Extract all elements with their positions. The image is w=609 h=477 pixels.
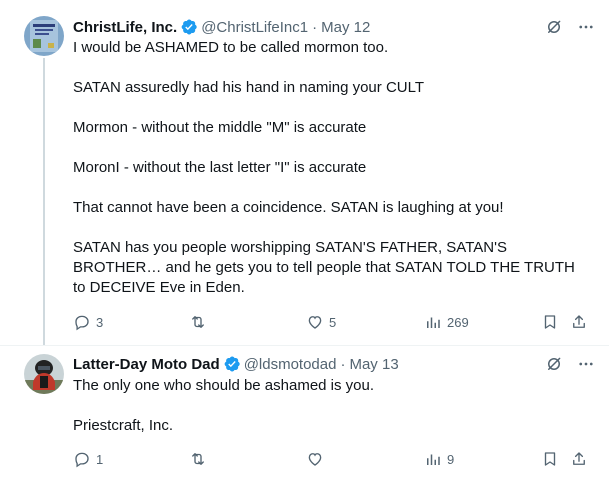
tweet-paragraph: SATAN assuredly had his hand in naming y… bbox=[73, 79, 424, 96]
views-count: 269 bbox=[447, 314, 469, 330]
bookmark-button[interactable] bbox=[541, 312, 559, 332]
timestamp[interactable]: May 13 bbox=[349, 356, 398, 373]
share-button[interactable] bbox=[570, 449, 588, 469]
share-button[interactable] bbox=[570, 312, 588, 332]
verified-badge-icon[interactable] bbox=[223, 355, 241, 373]
heart-icon bbox=[308, 453, 322, 466]
grok-icon[interactable] bbox=[545, 18, 563, 36]
grok-icon[interactable] bbox=[545, 355, 563, 373]
reply-icon bbox=[75, 452, 89, 468]
views-count: 9 bbox=[447, 451, 455, 467]
action-bar: 3 5 269 bbox=[73, 312, 595, 332]
bookmark-icon bbox=[544, 452, 556, 466]
more-options-icon[interactable] bbox=[577, 18, 595, 36]
handle[interactable]: @ldsmotodad bbox=[244, 356, 337, 373]
tweet-paragraph: Mormon - without the middle "M" is accur… bbox=[73, 119, 367, 136]
share-icon bbox=[573, 315, 585, 328]
heart-icon bbox=[308, 316, 322, 329]
tweet-paragraph: That cannot have been a coincidence. SAT… bbox=[73, 199, 504, 216]
tweet-header: ChristLife, Inc. @ChristLifeInc1 · May 1… bbox=[73, 17, 595, 37]
tweet-paragraph: I would be ASHAMED to be called mormon t… bbox=[73, 39, 389, 56]
repost-button[interactable] bbox=[189, 449, 212, 469]
display-name[interactable]: ChristLife, Inc. bbox=[73, 19, 177, 36]
reply-count: 1 bbox=[96, 451, 104, 467]
tweet-paragraph: SATAN has you people worshipping SATAN'S… bbox=[73, 239, 575, 296]
views-button[interactable]: 269 bbox=[424, 312, 469, 332]
repost-icon bbox=[192, 316, 204, 328]
reply-button[interactable]: 3 bbox=[73, 312, 103, 332]
verified-badge-icon[interactable] bbox=[180, 18, 198, 36]
tweet-paragraph: MoronI - without the last letter "I" is … bbox=[73, 159, 367, 176]
like-button[interactable]: 5 bbox=[306, 312, 336, 332]
avatar[interactable] bbox=[24, 16, 64, 56]
like-count: 5 bbox=[329, 314, 337, 330]
tweet-text: The only one who should be ashamed is yo… bbox=[73, 376, 591, 436]
display-name[interactable]: Latter-Day Moto Dad bbox=[73, 356, 220, 373]
more-options-icon[interactable] bbox=[577, 355, 595, 373]
tweet-paragraph: The only one who should be ashamed is yo… bbox=[73, 377, 375, 394]
repost-icon bbox=[192, 453, 204, 465]
separator-dot: · bbox=[340, 355, 346, 373]
reply-count: 3 bbox=[96, 314, 104, 330]
tweet[interactable]: Latter-Day Moto Dad @ldsmotodad · May 13 bbox=[0, 345, 609, 477]
avatar[interactable] bbox=[24, 354, 64, 394]
views-chart-icon bbox=[427, 454, 440, 465]
tweet-text: I would be ASHAMED to be called mormon t… bbox=[73, 38, 591, 298]
repost-button[interactable] bbox=[189, 312, 212, 332]
views-button[interactable]: 9 bbox=[424, 449, 454, 469]
bookmark-icon bbox=[544, 315, 556, 329]
bookmark-button[interactable] bbox=[541, 449, 559, 469]
handle[interactable]: @ChristLifeInc1 bbox=[201, 19, 308, 36]
timestamp[interactable]: May 12 bbox=[321, 19, 370, 36]
share-icon bbox=[573, 452, 585, 465]
tweet-paragraph: Priestcraft, Inc. bbox=[73, 417, 174, 434]
tweet[interactable]: ChristLife, Inc. @ChristLifeInc1 · May 1… bbox=[0, 0, 609, 345]
reply-icon bbox=[75, 315, 89, 331]
like-button[interactable] bbox=[306, 449, 329, 469]
action-bar: 1 9 bbox=[73, 449, 595, 469]
reply-button[interactable]: 1 bbox=[73, 449, 103, 469]
tweet-header: Latter-Day Moto Dad @ldsmotodad · May 13 bbox=[73, 354, 595, 374]
views-chart-icon bbox=[427, 317, 440, 328]
separator-dot: · bbox=[312, 18, 318, 36]
